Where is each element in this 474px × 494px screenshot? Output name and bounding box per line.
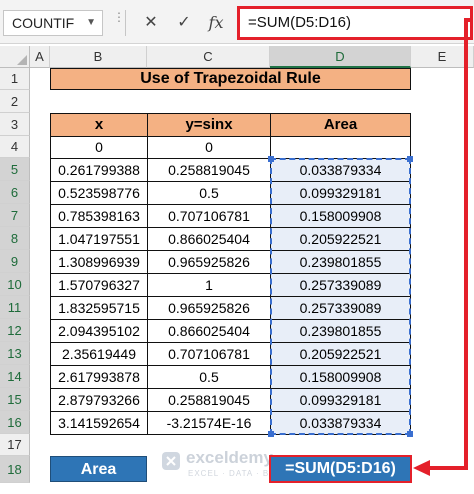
header-area[interactable]: Area	[270, 113, 411, 137]
name-box[interactable]: COUNTIF ▼	[3, 10, 103, 36]
cell-x[interactable]: 2.617993878	[50, 365, 148, 389]
cell-area[interactable]: 0.205922521	[270, 342, 411, 366]
cell-area[interactable]: 0.257339089	[270, 296, 411, 320]
exceldemy-logo-icon	[162, 452, 180, 470]
formula-input[interactable]: =SUM(D5:D16)	[237, 6, 473, 40]
cell-y[interactable]: -3.21574E-16	[147, 411, 271, 435]
row-header-8[interactable]: 8	[0, 227, 30, 250]
row-header-1[interactable]: 1	[0, 68, 30, 90]
row-header-6[interactable]: 6	[0, 181, 30, 204]
cell-x[interactable]: 0.785398163	[50, 204, 148, 228]
row-header-16[interactable]: 16	[0, 411, 30, 434]
formula-bar: COUNTIF ▼ ⋮ ✕ ✓ fx =SUM(D5:D16)	[0, 0, 474, 44]
cell-x[interactable]: 2.879793266	[50, 388, 148, 412]
cell-x[interactable]: 1.047197551	[50, 227, 148, 251]
cell-y[interactable]: 1	[147, 273, 271, 297]
column-header-a[interactable]: A	[30, 46, 50, 68]
cell-area[interactable]: 0.158009908	[270, 365, 411, 389]
row-header-13[interactable]: 13	[0, 342, 30, 365]
cell-y[interactable]: 0.866025404	[147, 319, 271, 343]
cell-area[interactable]: 0.239801855	[270, 319, 411, 343]
cell-x[interactable]: 3.141592654	[50, 411, 148, 435]
cell-y[interactable]: 0.258819045	[147, 388, 271, 412]
row-header-10[interactable]: 10	[0, 273, 30, 296]
row-header-18[interactable]: 18	[0, 456, 30, 483]
cell-y[interactable]: 0.866025404	[147, 227, 271, 251]
row-header-15[interactable]: 15	[0, 388, 30, 411]
cell-x[interactable]: 2.094395102	[50, 319, 148, 343]
row-header-9[interactable]: 9	[0, 250, 30, 273]
column-header-d[interactable]: D	[270, 46, 411, 68]
row-header-17[interactable]: 17	[0, 434, 30, 456]
cell-area[interactable]: 0.205922521	[270, 227, 411, 251]
cell-area[interactable]	[270, 136, 411, 159]
cancel-icon[interactable]: ✕	[138, 10, 164, 36]
cell-y[interactable]: 0.707106781	[147, 204, 271, 228]
row-header-14[interactable]: 14	[0, 365, 30, 388]
row-header-3[interactable]: 3	[0, 113, 30, 136]
cell-area[interactable]: 0.099329181	[270, 388, 411, 412]
enter-icon[interactable]: ✓	[171, 10, 197, 36]
cell-y[interactable]: 0.5	[147, 181, 271, 205]
area-label[interactable]: Area	[50, 456, 147, 482]
row-header-11[interactable]: 11	[0, 296, 30, 319]
cell-y[interactable]: 0.965925826	[147, 296, 271, 320]
cell-area[interactable]: 0.099329181	[270, 181, 411, 205]
name-box-value: COUNTIF	[12, 15, 75, 31]
row-header-12[interactable]: 12	[0, 319, 30, 342]
header-x[interactable]: x	[50, 113, 148, 137]
cell-y[interactable]: 0.707106781	[147, 342, 271, 366]
cell-y[interactable]: 0.5	[147, 365, 271, 389]
header-y[interactable]: y=sinx	[147, 113, 271, 137]
watermark-tagline: EXCEL · DATA · BI	[188, 469, 273, 478]
insert-function-icon[interactable]: fx	[203, 10, 229, 36]
cell-area[interactable]: 0.257339089	[270, 273, 411, 297]
area-formula-cell[interactable]: =SUM(D5:D16)	[269, 455, 412, 483]
select-all-button[interactable]	[0, 46, 30, 68]
column-header-c[interactable]: C	[147, 46, 270, 68]
cell-area[interactable]: 0.239801855	[270, 250, 411, 274]
cell-area[interactable]: 0.033879334	[270, 411, 411, 435]
sheet-title[interactable]: Use of Trapezoidal Rule	[50, 68, 411, 90]
column-header-b[interactable]: B	[50, 46, 147, 68]
chevron-down-icon[interactable]: ▼	[86, 11, 96, 35]
column-header-e[interactable]: E	[411, 46, 474, 68]
cell-area[interactable]: 0.158009908	[270, 204, 411, 228]
cell-y[interactable]: 0.258819045	[147, 158, 271, 182]
cell-y[interactable]: 0	[147, 136, 271, 159]
cell-x[interactable]: 1.308996939	[50, 250, 148, 274]
row-header-4[interactable]: 4	[0, 136, 30, 158]
cell-area[interactable]: 0.033879334	[270, 158, 411, 182]
cell-x[interactable]: 2.35619449	[50, 342, 148, 366]
row-header-5[interactable]: 5	[0, 158, 30, 181]
cell-x[interactable]: 0.261799388	[50, 158, 148, 182]
row-header-2[interactable]: 2	[0, 90, 30, 113]
cell-y[interactable]: 0.965925826	[147, 250, 271, 274]
cell-x[interactable]: 0	[50, 136, 148, 159]
separator	[125, 10, 126, 36]
select-all-icon	[17, 55, 27, 65]
cell-x[interactable]: 0.523598776	[50, 181, 148, 205]
row-header-7[interactable]: 7	[0, 204, 30, 227]
cell-x[interactable]: 1.570796327	[50, 273, 148, 297]
watermark-brand: exceldemy	[186, 448, 273, 467]
cell-x[interactable]: 1.832595715	[50, 296, 148, 320]
drag-handle-icon[interactable]: ⋮	[113, 11, 125, 32]
